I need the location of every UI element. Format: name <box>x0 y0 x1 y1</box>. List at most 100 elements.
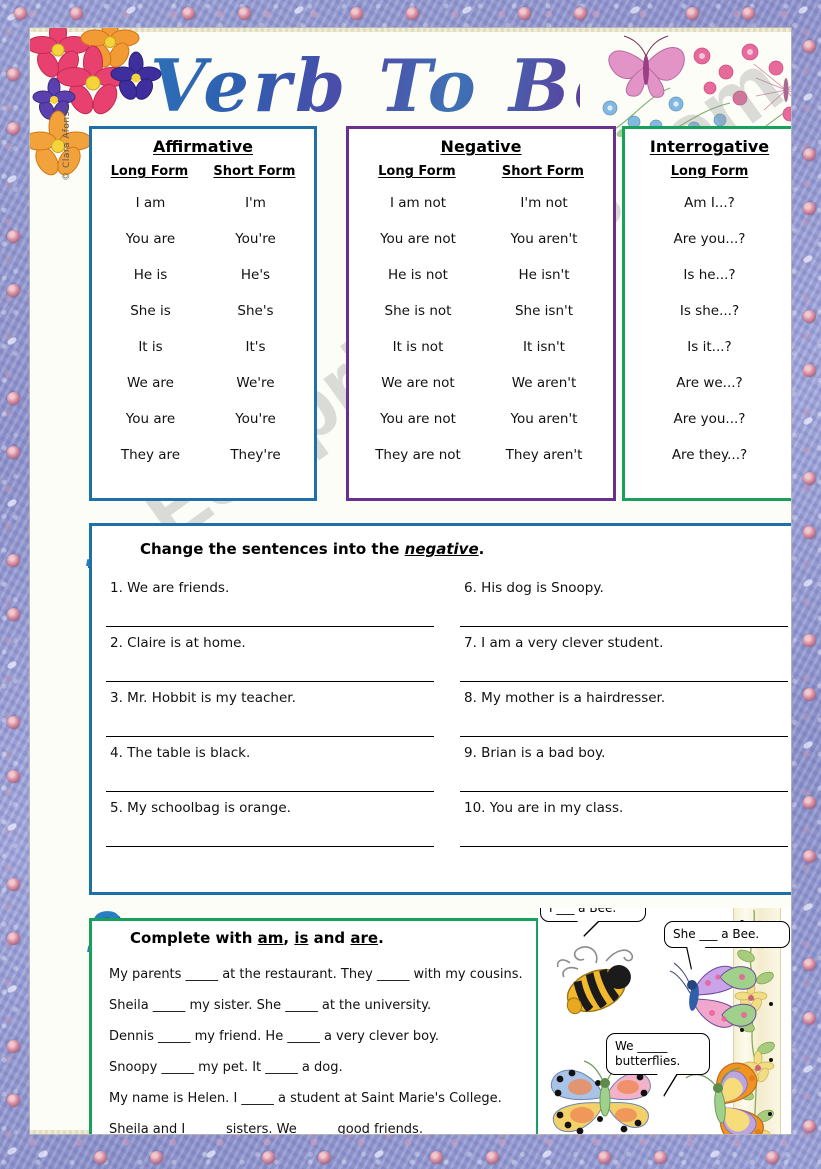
instruction-sep-2: and <box>308 929 351 947</box>
table-row: Are we...? <box>631 365 788 401</box>
cell-short: It's <box>245 339 266 355</box>
border-rose-icon <box>7 446 20 459</box>
column-header-long-form: Long Form <box>670 164 749 179</box>
cell-long: Are you...? <box>673 231 746 247</box>
border-rose-icon <box>598 1151 611 1164</box>
border-rose-icon <box>70 7 83 20</box>
cell-short: You're <box>235 411 276 427</box>
border-rose-icon <box>350 7 363 20</box>
column-headers-interrogative: Long Form <box>625 158 791 181</box>
question-text: 7. I am a very clever student. <box>464 635 664 651</box>
cell-short: She's <box>237 303 274 319</box>
cell-long: Is it...? <box>687 339 732 355</box>
answer-line[interactable] <box>106 761 434 792</box>
border-rose-icon <box>14 7 27 20</box>
cell-short: I'm <box>245 195 266 211</box>
speech-bubble-she[interactable]: She ___ a Bee. <box>664 921 790 948</box>
border-rose-icon <box>7 392 20 405</box>
fill-in-line[interactable]: My parents _____ at the restaurant. They… <box>106 959 526 990</box>
answer-line[interactable] <box>460 816 788 847</box>
answer-line[interactable] <box>106 651 434 682</box>
table-row: You are You're <box>98 401 308 437</box>
question-text: 6. His dog is Snoopy. <box>464 580 604 596</box>
exercise-2-instruction: Complete with am, is and are. <box>130 929 384 947</box>
border-rose-icon <box>803 1120 816 1133</box>
column-headers-negative: Long Form Short Form <box>349 158 613 181</box>
fill-in-line[interactable]: Dennis _____ my friend. He _____ a very … <box>106 1021 526 1052</box>
table-row: We are not We aren't <box>355 365 607 401</box>
cell-long: Are we...? <box>676 375 743 391</box>
border-rose-icon <box>94 1151 107 1164</box>
instruction-suffix: . <box>378 929 384 947</box>
table-row: Am I...? <box>631 185 788 221</box>
border-rose-icon <box>7 122 20 135</box>
speech-bubble-bee[interactable]: I ___ a Bee. <box>540 908 646 922</box>
border-rose-icon <box>406 7 419 20</box>
page-title: Verb To Be <box>150 40 619 132</box>
question-item: 2. Claire is at home. <box>106 629 434 682</box>
cell-long: It is <box>138 339 163 355</box>
question-text: 5. My schoolbag is orange. <box>110 800 291 816</box>
table-rows-affirmative: I am I'm You are You're He is He's She is Sh… <box>92 181 314 473</box>
border-rose-icon <box>7 878 20 891</box>
border-rose-icon <box>803 310 816 323</box>
border-rose-icon <box>803 148 816 161</box>
question-text: 2. Claire is at home. <box>110 635 246 651</box>
cell-short: They aren't <box>505 447 583 463</box>
border-rose-icon <box>574 7 587 20</box>
cell-short: She isn't <box>514 303 574 319</box>
border-rose-icon <box>7 716 20 729</box>
border-rose-icon <box>486 1151 499 1164</box>
cell-short: We're <box>236 375 275 391</box>
cell-short: We aren't <box>511 375 577 391</box>
border-rose-icon <box>803 958 816 971</box>
cell-long: She is <box>130 303 171 319</box>
answer-line[interactable] <box>460 596 788 627</box>
cell-short: I'm not <box>520 195 568 211</box>
table-heading-negative: Negative <box>440 137 522 156</box>
exercise-1-box: Change the sentences into the negative. … <box>89 523 791 895</box>
cell-long: Are you...? <box>673 411 746 427</box>
fill-in-line[interactable]: My name is Helen. I _____ a student at S… <box>106 1083 526 1114</box>
copyright-notice: © Clara Afonso <box>62 105 72 181</box>
answer-line[interactable] <box>106 816 434 847</box>
answer-line[interactable] <box>106 706 434 737</box>
border-rose-icon <box>7 230 20 243</box>
cell-short: He's <box>240 267 271 283</box>
cell-short: He isn't <box>518 267 570 283</box>
instruction-prefix: Change the sentences into the <box>140 540 405 558</box>
answer-line[interactable] <box>460 706 788 737</box>
table-row: Are you...? <box>631 401 788 437</box>
column-header-short-form: Short Form <box>501 164 584 179</box>
cell-long: You are <box>125 411 176 427</box>
table-affirmative: Affirmative Long Form Short Form I am I'm… <box>89 126 317 501</box>
border-rose-icon <box>803 472 816 485</box>
table-row: They are not They aren't <box>355 437 607 473</box>
exercise-3-box: I ___ a Bee. She ___ a Bee. We _____ but… <box>538 908 791 1134</box>
table-negative: Negative Long Form Short Form I am not I'… <box>346 126 616 501</box>
cell-long: I am not <box>389 195 447 211</box>
instruction-prefix: Complete with <box>130 929 258 947</box>
sheet-top-edge <box>30 28 791 32</box>
answer-line[interactable] <box>460 761 788 792</box>
question-item: 7. I am a very clever student. <box>460 629 788 682</box>
cell-long: It is not <box>392 339 444 355</box>
border-rose-icon <box>7 284 20 297</box>
fill-in-line[interactable]: Snoopy _____ my pet. It _____ a dog. <box>106 1052 526 1083</box>
column-header-short-form: Short Form <box>213 164 296 179</box>
border-rose-icon <box>803 796 816 809</box>
table-row: He is not He isn't <box>355 257 607 293</box>
answer-line[interactable] <box>106 596 434 627</box>
border-rose-icon <box>803 364 816 377</box>
fill-in-line[interactable]: Sheila and I _____ sisters. We _____ goo… <box>106 1114 526 1134</box>
border-rose-icon <box>318 1151 331 1164</box>
question-item: 10. You are in my class. <box>460 794 788 847</box>
exercise-1-left-column: 1. We are friends. 2. Claire is at home.… <box>106 574 434 849</box>
cell-short: It isn't <box>523 339 565 355</box>
speech-bubble-we[interactable]: We _____ butterflies. <box>606 1033 710 1075</box>
table-heading-affirmative: Affirmative <box>153 137 253 156</box>
border-rose-icon <box>7 770 20 783</box>
answer-line[interactable] <box>460 651 788 682</box>
fill-in-line[interactable]: Sheila _____ my sister. She _____ at the… <box>106 990 526 1021</box>
instruction-word-are: are <box>350 929 379 947</box>
